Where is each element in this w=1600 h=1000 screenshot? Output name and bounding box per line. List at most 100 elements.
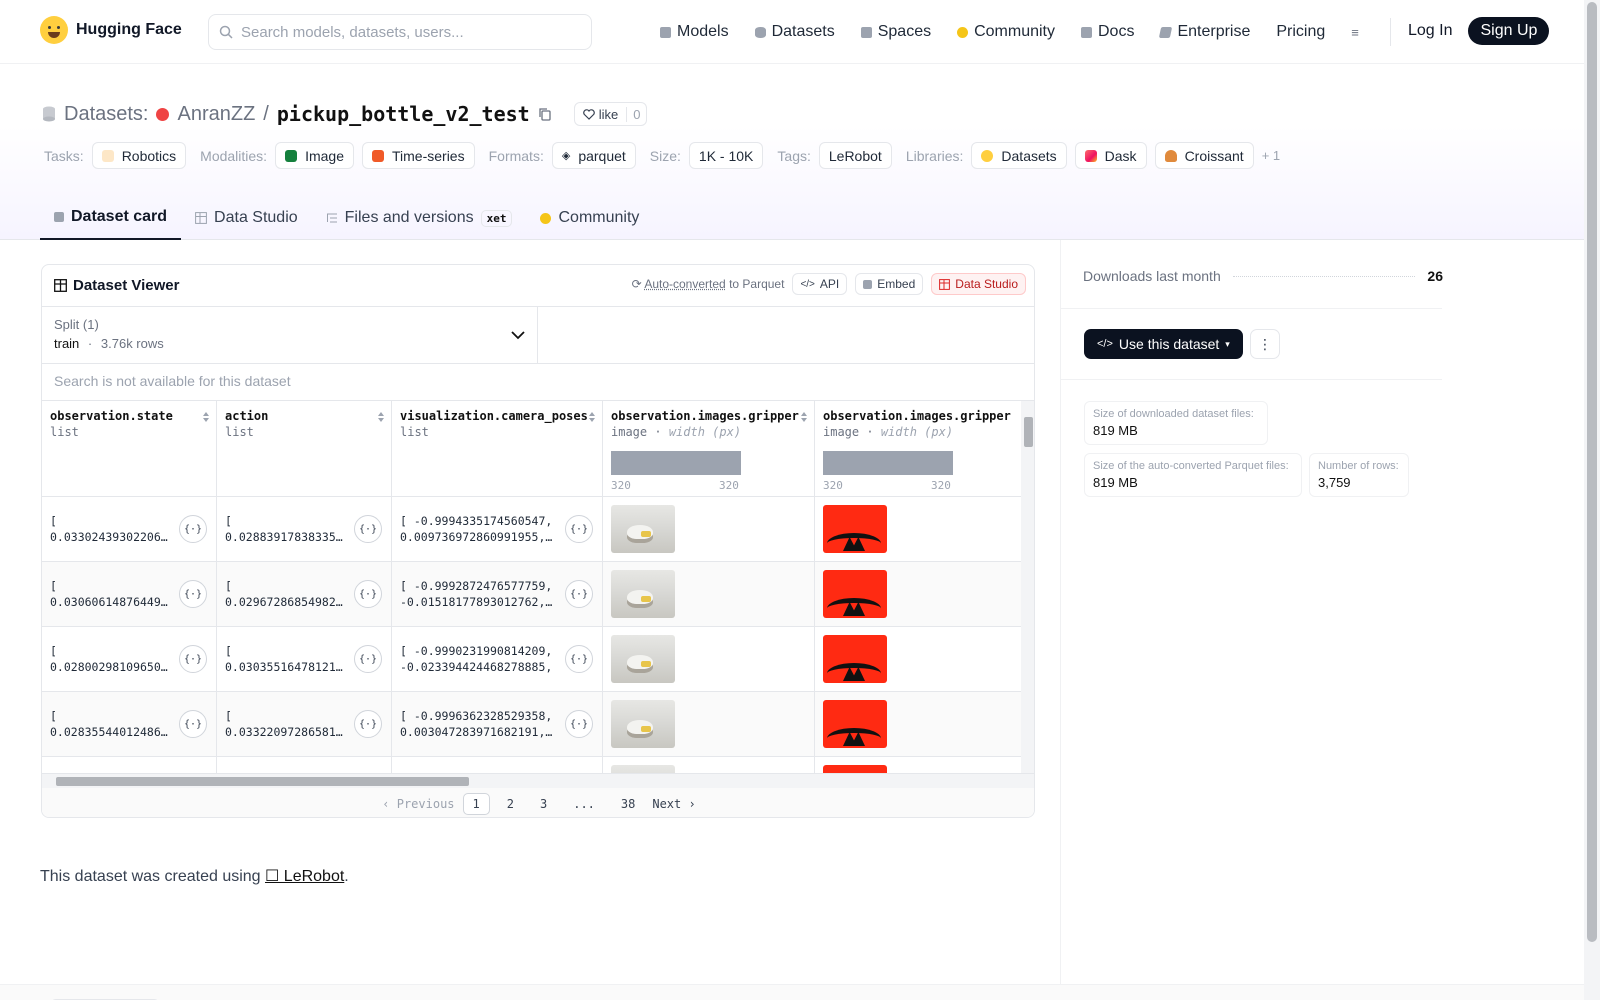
json-view-icon[interactable]: {·} (565, 710, 593, 738)
table-row[interactable]: [ 0.02800298109650… {·} [ 0.0303551647812… (42, 627, 1021, 692)
table-cell[interactable]: [ -0.9990231990814209, -0.02339442446827… (392, 627, 603, 692)
tag-croissant[interactable]: Croissant (1154, 142, 1254, 169)
json-view-icon[interactable]: {·} (565, 645, 593, 673)
image-cell[interactable] (815, 692, 1021, 757)
nav-models[interactable]: Models (660, 23, 729, 41)
auto-converted-note[interactable]: ⟳ Auto-converted to Parquet (632, 277, 785, 291)
column-header[interactable]: observation.state list (42, 401, 217, 497)
table-cell[interactable]: [ -0.9996362328529358, 0.003047283971682… (392, 692, 603, 757)
tag-lerobot[interactable]: LeRobot (818, 142, 892, 169)
tag-robotics[interactable]: Robotics (91, 142, 187, 169)
table-cell[interactable]: [ -0.9992872476577759, -0.01518177893012… (392, 562, 603, 627)
gripper-camera-thumbnail[interactable] (611, 700, 675, 748)
copy-icon[interactable] (538, 107, 552, 121)
table-cell[interactable]: [ 0.02883917838335… {·} (217, 497, 392, 562)
more-options-button[interactable]: ⋮ (1250, 329, 1280, 359)
nav-enterprise[interactable]: Enterprise (1159, 23, 1250, 41)
json-view-icon[interactable]: {·} (179, 710, 207, 738)
column-header[interactable]: visualization.camera_poses list (392, 401, 603, 497)
split-selector[interactable]: Split (1) train · 3.76k rows (42, 307, 538, 364)
table-cell[interactable]: [ 0.03035516478121… {·} (217, 627, 392, 692)
gripper-mask-thumbnail[interactable] (823, 505, 887, 553)
table-row[interactable]: [ 0.03302439302206… {·} [ 0.0288391783833… (42, 497, 1021, 562)
page-2[interactable]: 2 (498, 794, 523, 814)
tag-size[interactable]: 1K - 10K (688, 142, 764, 169)
like-button[interactable]: like 0 (573, 102, 648, 126)
table-cell[interactable]: [ 0.02835544012486… {·} (42, 692, 217, 757)
image-cell[interactable] (603, 692, 815, 757)
page-3[interactable]: 3 (531, 794, 556, 814)
gripper-camera-thumbnail[interactable] (611, 570, 675, 618)
json-view-icon[interactable]: {·} (565, 515, 593, 543)
login-link[interactable]: Log In (1408, 22, 1452, 40)
column-header[interactable]: observation.images.gripper image · width… (603, 401, 815, 497)
tab-data-studio[interactable]: Data Studio (181, 196, 312, 240)
image-cell[interactable] (815, 627, 1021, 692)
nav-pricing[interactable]: Pricing (1276, 23, 1325, 41)
page-38[interactable]: 38 (612, 794, 644, 814)
breadcrumb-section[interactable]: Datasets: (64, 103, 148, 126)
api-button[interactable]: </> API (792, 273, 848, 295)
width-histogram-bar[interactable] (611, 451, 741, 475)
json-view-icon[interactable]: {·} (179, 515, 207, 543)
table-row[interactable]: [ 0.03060614876449… {·} [ 0.0296728685498… (42, 562, 1021, 627)
gripper-mask-thumbnail[interactable] (823, 765, 887, 773)
grid-horizontal-scrollbar[interactable] (42, 773, 1034, 788)
sort-icon[interactable] (202, 411, 210, 423)
use-this-dataset-button[interactable]: </> Use this dataset ▾ (1084, 329, 1243, 359)
table-row[interactable] (42, 757, 1021, 773)
json-view-icon[interactable]: {·} (179, 645, 207, 673)
lerobot-link[interactable]: ☐ LeRobot (265, 868, 344, 885)
width-histogram-bar[interactable] (823, 451, 953, 475)
prev-page-button[interactable]: ‹ Previous (382, 797, 454, 811)
column-header[interactable]: observation.images.gripper image · width… (815, 401, 1021, 497)
gripper-camera-thumbnail[interactable] (611, 765, 675, 773)
table-row[interactable]: [ 0.02835544012486… {·} [ 0.0332209728658… (42, 692, 1021, 757)
gripper-camera-thumbnail[interactable] (611, 635, 675, 683)
json-view-icon[interactable]: {·} (565, 580, 593, 608)
table-cell[interactable]: [ 0.02800298109650… {·} (42, 627, 217, 692)
gripper-mask-thumbnail[interactable] (823, 635, 887, 683)
search-input[interactable] (241, 23, 571, 41)
tag-datasets-lib[interactable]: Datasets (971, 142, 1067, 169)
embed-button[interactable]: Embed (855, 273, 924, 295)
table-cell[interactable]: [ 0.03322097286581… {·} (217, 692, 392, 757)
tag-image[interactable]: Image (275, 142, 354, 169)
breadcrumb-owner[interactable]: AnranZZ (177, 103, 255, 126)
image-cell[interactable] (603, 497, 815, 562)
tag-parquet[interactable]: ◈ parquet (551, 142, 636, 169)
image-cell[interactable] (815, 562, 1021, 627)
page-scrollbar[interactable] (1584, 0, 1600, 1000)
brand-logo[interactable]: Hugging Face (40, 16, 182, 44)
nav-datasets[interactable]: Datasets (754, 23, 835, 41)
tab-community[interactable]: Community (526, 196, 653, 240)
scrollbar-thumb[interactable] (1024, 417, 1033, 447)
image-cell[interactable] (815, 497, 1021, 562)
image-cell[interactable] (603, 562, 815, 627)
scrollbar-thumb[interactable] (56, 777, 469, 786)
gripper-mask-thumbnail[interactable] (823, 570, 887, 618)
tab-dataset-card[interactable]: Dataset card (40, 196, 182, 240)
nav-community[interactable]: Community (957, 23, 1055, 41)
image-cell[interactable] (603, 627, 815, 692)
json-view-icon[interactable]: {·} (354, 580, 382, 608)
nav-more-menu[interactable]: ≡ (1351, 25, 1359, 40)
column-header[interactable]: action list (217, 401, 392, 497)
signup-button[interactable]: Sign Up (1468, 17, 1550, 45)
table-cell[interactable]: [ 0.03302439302206… {·} (42, 497, 217, 562)
gripper-mask-thumbnail[interactable] (823, 700, 887, 748)
tag-dask[interactable]: Dask (1074, 142, 1147, 169)
data-studio-button[interactable]: Data Studio (931, 273, 1026, 295)
json-view-icon[interactable]: {·} (179, 580, 207, 608)
table-cell[interactable]: [ 0.03060614876449… {·} (42, 562, 217, 627)
gripper-camera-thumbnail[interactable] (611, 505, 675, 553)
next-page-button[interactable]: Next › (652, 797, 695, 811)
grid-vertical-scrollbar[interactable] (1021, 401, 1034, 773)
nav-docs[interactable]: Docs (1081, 23, 1134, 41)
json-view-icon[interactable]: {·} (354, 710, 382, 738)
tag-time-series[interactable]: Time-series (362, 142, 475, 169)
repo-name[interactable]: pickup_bottle_v2_test (277, 102, 530, 126)
more-libraries[interactable]: + 1 (1262, 148, 1280, 163)
sort-icon[interactable] (800, 411, 808, 423)
table-cell[interactable]: [ -0.9994335174560547, 0.009736972860991… (392, 497, 603, 562)
